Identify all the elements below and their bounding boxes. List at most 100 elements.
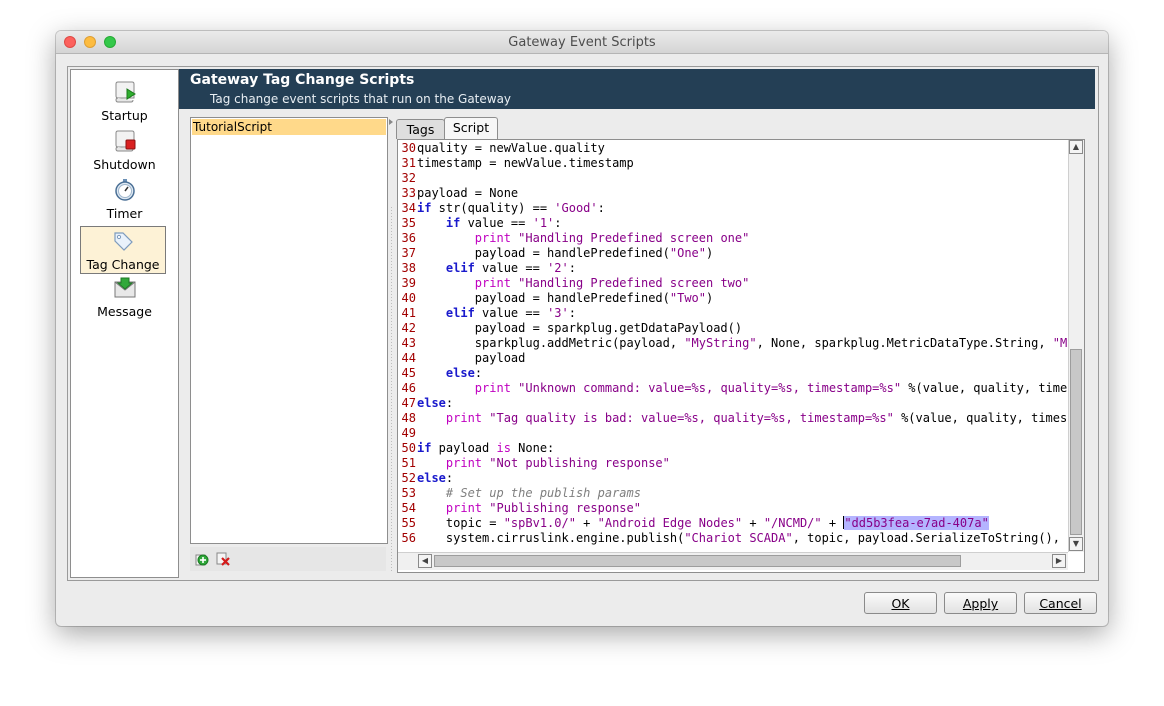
remove-script-icon[interactable] bbox=[216, 552, 230, 566]
line-number: 45 bbox=[401, 366, 416, 380]
scroll-right-button[interactable]: ▶ bbox=[1052, 554, 1066, 568]
horizontal-scrollbar[interactable]: ◀ ▶ bbox=[398, 552, 1068, 570]
code-line[interactable]: 31timestamp = newValue.timestamp bbox=[398, 156, 634, 171]
line-number: 53 bbox=[401, 486, 416, 500]
code-text: if value == '1': bbox=[445, 216, 562, 230]
nav-item-label: Startup bbox=[101, 108, 148, 123]
code-text: quality = newValue.quality bbox=[417, 141, 605, 155]
dialog-content: Startup Shutdown Timer Tag Change Messag… bbox=[67, 66, 1099, 581]
line-number: 49 bbox=[401, 426, 416, 440]
code-line[interactable]: 41 elif value == '3': bbox=[398, 306, 576, 321]
code-line[interactable]: 40 payload = handlePredefined("Two") bbox=[398, 291, 714, 306]
tab-tags[interactable]: Tags bbox=[396, 119, 445, 139]
code-text: timestamp = newValue.timestamp bbox=[417, 156, 634, 170]
line-number: 37 bbox=[401, 246, 416, 260]
line-number: 41 bbox=[401, 306, 416, 320]
code-line[interactable]: 43 sparkplug.addMetric(payload, "MyStrin… bbox=[398, 336, 1068, 351]
ok-button[interactable]: OK bbox=[864, 592, 937, 614]
scroll-up-button[interactable]: ▲ bbox=[1069, 140, 1083, 154]
line-number: 36 bbox=[401, 231, 416, 245]
line-number: 40 bbox=[401, 291, 416, 305]
code-line[interactable]: 30quality = newValue.quality bbox=[398, 141, 605, 156]
code-line[interactable]: 50if payload is None: bbox=[398, 441, 555, 456]
code-line[interactable]: 44 payload bbox=[398, 351, 526, 366]
code-text: system.cirruslink.engine.publish("Chario… bbox=[417, 531, 1068, 545]
code-text: print "Publishing response" bbox=[445, 501, 641, 515]
code-line[interactable]: 33payload = None bbox=[398, 186, 519, 201]
code-line[interactable]: 36 print "Handling Predefined screen one… bbox=[398, 231, 750, 246]
code-text: print "Unknown command: value=%s, qualit… bbox=[474, 381, 1068, 395]
message-icon bbox=[114, 277, 135, 298]
code-text: print "Handling Predefined screen one" bbox=[474, 231, 750, 245]
line-number: 50 bbox=[401, 441, 416, 455]
startup-icon bbox=[114, 81, 136, 103]
code-text: payload = sparkplug.getDdataPayload() bbox=[417, 321, 743, 335]
code-line[interactable]: 52else: bbox=[398, 471, 454, 486]
code-text: payload = handlePredefined("Two") bbox=[417, 291, 714, 305]
event-type-list: Startup Shutdown Timer Tag Change Messag… bbox=[70, 69, 179, 578]
code-line[interactable]: 37 payload = handlePredefined("One") bbox=[398, 246, 714, 261]
code-line[interactable]: 39 print "Handling Predefined screen two… bbox=[398, 276, 750, 291]
line-number: 51 bbox=[401, 456, 416, 470]
gateway-event-scripts-window: Gateway Event Scripts Startup Shutdown T… bbox=[56, 31, 1108, 626]
code-text: elif value == '2': bbox=[445, 261, 576, 275]
panel-splitter[interactable] bbox=[388, 117, 395, 571]
scroll-left-button[interactable]: ◀ bbox=[418, 554, 432, 568]
code-text: topic = "spBv1.0/" + "Android Edge Nodes… bbox=[417, 516, 989, 530]
section-header: Gateway Tag Change Scripts Tag change ev… bbox=[179, 69, 1095, 109]
code-line[interactable]: 51 print "Not publishing response" bbox=[398, 456, 670, 471]
line-number: 47 bbox=[401, 396, 416, 410]
tag-icon bbox=[114, 232, 133, 251]
code-line[interactable]: 53 # Set up the publish params bbox=[398, 486, 641, 501]
code-line[interactable]: 34if str(quality) == 'Good': bbox=[398, 201, 605, 216]
line-number: 31 bbox=[401, 156, 416, 170]
code-line[interactable]: 54 print "Publishing response" bbox=[398, 501, 641, 516]
line-number: 55 bbox=[401, 516, 416, 530]
code-line[interactable]: 45 else: bbox=[398, 366, 483, 381]
code-line[interactable]: 56 system.cirruslink.engine.publish("Cha… bbox=[398, 531, 1068, 546]
code-line[interactable]: 38 elif value == '2': bbox=[398, 261, 576, 276]
code-line[interactable]: 48 print "Tag quality is bad: value=%s, … bbox=[398, 411, 1068, 426]
code-text: else: bbox=[417, 471, 454, 485]
script-list-item[interactable]: TutorialScript bbox=[192, 119, 386, 135]
horizontal-scroll-thumb[interactable] bbox=[434, 555, 961, 567]
line-number: 30 bbox=[401, 141, 416, 155]
nav-item-message[interactable]: Message bbox=[71, 274, 178, 320]
title-bar[interactable]: Gateway Event Scripts bbox=[56, 31, 1108, 54]
nav-item-startup[interactable]: Startup bbox=[71, 78, 178, 124]
scroll-down-button[interactable]: ▼ bbox=[1069, 537, 1083, 551]
nav-item-tag-change[interactable]: Tag Change bbox=[80, 226, 166, 274]
code-text-area[interactable]: 30quality = newValue.quality 31timestamp … bbox=[398, 140, 1068, 552]
line-number: 48 bbox=[401, 411, 416, 425]
line-number: 38 bbox=[401, 261, 416, 275]
line-number: 44 bbox=[401, 351, 416, 365]
code-line[interactable]: 49 bbox=[398, 426, 417, 441]
code-text: print "Handling Predefined screen two" bbox=[474, 276, 750, 290]
code-text: payload bbox=[417, 351, 526, 365]
code-line[interactable]: 46 print "Unknown command: value=%s, qua… bbox=[398, 381, 1068, 396]
vertical-scrollbar[interactable]: ▲ ▼ bbox=[1068, 140, 1084, 552]
timer-icon bbox=[114, 179, 135, 201]
line-number: 56 bbox=[401, 531, 416, 545]
script-list: TutorialScript bbox=[190, 117, 388, 544]
header-title: Gateway Tag Change Scripts bbox=[190, 72, 415, 88]
code-line[interactable]: 42 payload = sparkplug.getDdataPayload() bbox=[398, 321, 743, 336]
add-script-icon[interactable] bbox=[195, 552, 209, 566]
nav-item-timer[interactable]: Timer bbox=[71, 176, 178, 222]
cancel-button[interactable]: Cancel bbox=[1024, 592, 1097, 614]
code-line[interactable]: 35 if value == '1': bbox=[398, 216, 562, 231]
nav-item-label: Shutdown bbox=[93, 157, 156, 172]
code-line[interactable]: 32 bbox=[398, 171, 417, 186]
line-number: 32 bbox=[401, 171, 416, 185]
code-text: sparkplug.addMetric(payload, "MyString",… bbox=[417, 336, 1068, 350]
apply-button[interactable]: Apply bbox=[944, 592, 1017, 614]
header-subtitle: Tag change event scripts that run on the… bbox=[210, 92, 512, 106]
window-title: Gateway Event Scripts bbox=[508, 35, 656, 50]
tab-script[interactable]: Script bbox=[444, 117, 498, 139]
nav-item-shutdown[interactable]: Shutdown bbox=[71, 127, 178, 173]
script-editor[interactable]: 30quality = newValue.quality 31timestamp … bbox=[397, 139, 1085, 573]
code-line[interactable]: 47else: bbox=[398, 396, 454, 411]
vertical-scroll-thumb[interactable] bbox=[1070, 349, 1082, 535]
code-line[interactable]: 55 topic = "spBv1.0/" + "Android Edge No… bbox=[398, 516, 989, 531]
code-text: # Set up the publish params bbox=[445, 486, 641, 500]
